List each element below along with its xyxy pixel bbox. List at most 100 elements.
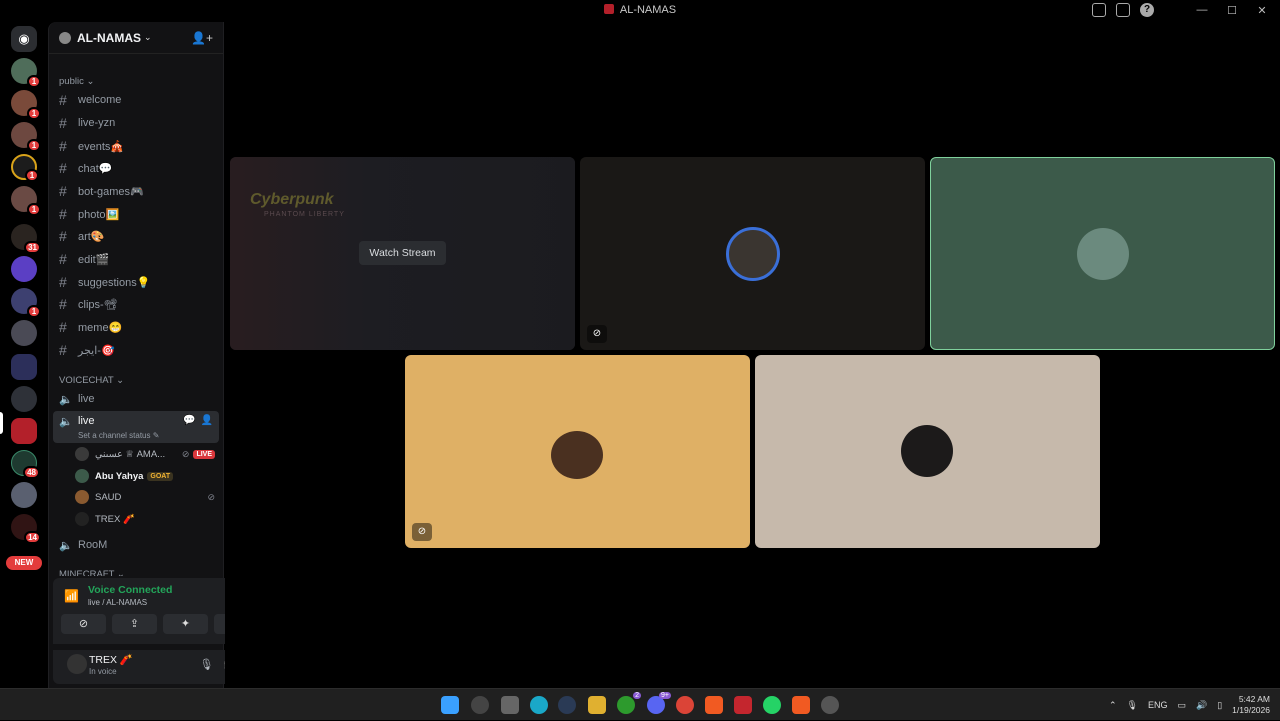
activities-button[interactable]: ✦ [163, 614, 208, 634]
file-explorer-icon[interactable] [588, 696, 606, 714]
text-channel[interactable]: # suggestions💡 [53, 272, 219, 292]
participant-tile-speaking[interactable] [930, 157, 1275, 350]
app-icon[interactable] [734, 696, 752, 714]
camera-off-button[interactable]: ⊘ [61, 614, 106, 634]
invite-icon[interactable]: 👤 [201, 415, 213, 426]
voice-user[interactable]: SAUD ⊘ [75, 488, 215, 506]
server-icon-al-namas[interactable] [11, 418, 37, 444]
discord-home-icon[interactable]: ◉ [11, 26, 37, 52]
text-channel[interactable]: # meme😁 [53, 317, 219, 337]
hash-icon: # [59, 274, 67, 290]
text-channel[interactable]: # edit🎬 [53, 249, 219, 269]
avatar [75, 512, 89, 526]
text-channel[interactable]: # photo🖼️ [53, 204, 219, 224]
category-minecraft[interactable]: MINECRAFT ⌄ [49, 568, 135, 576]
avatar [75, 469, 89, 483]
invite-people-icon[interactable]: 👤+ [191, 31, 213, 45]
voice-channel[interactable]: 🔈 RooM [53, 535, 219, 555]
server-icon[interactable] [11, 482, 37, 508]
voice-user[interactable]: عسىني ♕ AMA... ⊘ LIVE [75, 445, 215, 463]
server-icon[interactable]: 1 [11, 58, 41, 88]
language-indicator[interactable]: ENG [1148, 700, 1168, 710]
inbox-icon[interactable] [1092, 3, 1106, 17]
server-icon[interactable]: 48 [11, 450, 40, 479]
channel-status[interactable]: Set a channel status ✎ [78, 431, 159, 440]
share-screen-button[interactable]: ⇪ [112, 614, 157, 634]
voice-user[interactable]: Abu Yahya GOAT [75, 467, 215, 485]
chevron-up-icon[interactable]: ⌃ [1109, 700, 1117, 711]
help-icon[interactable]: ? [1140, 3, 1154, 17]
user-name[interactable]: TREX 🧨 [89, 653, 133, 666]
whatsapp-icon[interactable] [763, 696, 781, 714]
server-name: AL-NAMAS [77, 30, 141, 45]
hash-icon: # [59, 160, 67, 176]
text-channel[interactable]: # clips-📽 [53, 294, 219, 314]
participant-tile[interactable]: ⊘ [405, 355, 750, 548]
battery-icon[interactable]: ▯ [1217, 700, 1222, 711]
discord-icon[interactable]: 9+ [647, 692, 671, 714]
voice-user[interactable]: TREX 🧨 [75, 510, 215, 528]
signal-icon[interactable]: 📶 [64, 589, 79, 603]
server-icon[interactable]: 31 [11, 224, 41, 254]
title-bar: AL-NAMAS ? — ☐ ✕ [0, 0, 1280, 22]
text-channel[interactable]: # events🎪 [53, 136, 219, 156]
chrome-icon[interactable] [676, 696, 694, 714]
avatar [901, 425, 953, 477]
clock[interactable]: 5:42 AM 1/19/2026 [1232, 694, 1270, 716]
start-icon[interactable] [441, 696, 459, 714]
screen-share-icon[interactable] [1116, 3, 1130, 17]
hash-icon: # [59, 228, 67, 244]
folder-icon[interactable] [11, 354, 37, 380]
app-icon[interactable] [821, 696, 839, 714]
participant-tile[interactable]: ⊘ [580, 157, 925, 350]
microphone-icon[interactable]: 🎙 [1127, 700, 1138, 711]
text-channel[interactable]: # chat💬 [53, 158, 219, 178]
task-view-icon[interactable] [501, 696, 519, 714]
text-channel[interactable]: # ايجر-🎯 [53, 340, 219, 360]
avatar[interactable] [67, 654, 87, 674]
minimize-button[interactable]: — [1192, 4, 1212, 16]
avatar [1077, 228, 1129, 280]
server-icon[interactable] [11, 256, 37, 282]
voice-stage: Cyberpunk PHANTOM LIBERTY Watch Stream ⊘… [225, 22, 1280, 688]
server-header[interactable]: AL-NAMAS ⌄ 👤+ [49, 22, 223, 54]
xbox-icon[interactable]: 2 [617, 692, 641, 714]
participant-tile[interactable] [755, 355, 1100, 548]
new-badge[interactable]: NEW [6, 556, 42, 570]
watch-stream-button[interactable]: Watch Stream [359, 241, 446, 265]
server-icon[interactable] [11, 320, 37, 346]
microphone-icon[interactable]: 🎙 [199, 658, 213, 671]
muted-icon: ⊘ [207, 491, 215, 502]
server-icon[interactable]: 1 [11, 288, 41, 318]
brave-icon[interactable] [705, 696, 723, 714]
voice-status: Voice Connected [88, 584, 173, 596]
server-icon[interactable] [11, 386, 37, 412]
maximize-button[interactable]: ☐ [1222, 4, 1242, 17]
edge-icon[interactable] [530, 696, 548, 714]
hash-icon: # [59, 251, 67, 267]
server-icon[interactable]: 1 [11, 90, 41, 120]
chat-icon[interactable]: 💬 [183, 415, 195, 426]
text-channel[interactable]: # live-yzn [53, 113, 219, 133]
chevron-down-icon: ⌄ [144, 32, 152, 42]
user-status: In voice [89, 667, 117, 676]
server-icon[interactable]: 1 [11, 186, 41, 216]
channel-sidebar: AL-NAMAS ⌄ 👤+ public ⌄ # welcome # live-yz… [48, 22, 267, 688]
server-icon[interactable]: 1 [11, 122, 41, 152]
stream-tile[interactable]: Cyberpunk PHANTOM LIBERTY Watch Stream [230, 157, 575, 350]
brave-icon[interactable] [792, 696, 810, 714]
network-icon[interactable]: ▭ [1177, 700, 1186, 711]
text-channel[interactable]: # art🎨 [53, 226, 219, 246]
category-voicechat[interactable]: VOICECHAT ⌄ [49, 374, 134, 388]
category-public[interactable]: public ⌄ [49, 75, 104, 89]
search-icon[interactable] [471, 696, 489, 714]
text-channel[interactable]: # bot-games🎮 [53, 181, 219, 201]
server-icon[interactable]: 14 [11, 514, 41, 544]
steam-icon[interactable] [558, 696, 576, 714]
text-channel[interactable]: # welcome [53, 90, 219, 110]
voice-location[interactable]: live / AL-NAMAS [88, 598, 147, 607]
close-button[interactable]: ✕ [1252, 4, 1272, 17]
voice-channel[interactable]: 🔈 live [53, 389, 219, 409]
volume-icon[interactable]: 🔊 [1196, 700, 1207, 711]
server-icon[interactable]: 1 [11, 154, 39, 182]
